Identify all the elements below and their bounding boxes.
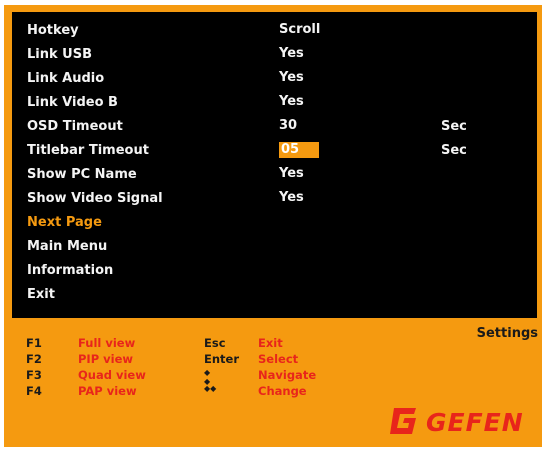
panel-title: Settings bbox=[476, 326, 538, 341]
setting-value[interactable]: 30 bbox=[279, 118, 317, 134]
action-label: Navigate bbox=[258, 368, 317, 382]
action-label: Quad view bbox=[78, 368, 146, 382]
setting-osd-timeout[interactable]: OSD Timeout 30 Sec bbox=[27, 116, 532, 138]
menu-item-label: Next Page bbox=[27, 215, 102, 230]
setting-value[interactable]: Yes bbox=[279, 190, 317, 206]
setting-show-pc-name[interactable]: Show PC Name Yes bbox=[27, 164, 532, 186]
setting-titlebar-timeout[interactable]: Titlebar Timeout 05 Sec bbox=[27, 140, 532, 162]
settings-panel: Hotkey Scroll Link USB Yes Link Audio Ye… bbox=[12, 12, 537, 318]
setting-show-video-signal[interactable]: Show Video Signal Yes bbox=[27, 188, 532, 210]
menu-exit[interactable]: Exit bbox=[27, 284, 532, 306]
key-label: F1 bbox=[26, 336, 42, 350]
key-label: Enter bbox=[204, 352, 240, 366]
setting-label: OSD Timeout bbox=[27, 119, 123, 134]
setting-link-video-b[interactable]: Link Video B Yes bbox=[27, 92, 532, 114]
gefen-logo: GEFEN bbox=[388, 403, 538, 443]
action-label: Full view bbox=[78, 336, 136, 350]
action-label: Change bbox=[258, 384, 307, 398]
brand-name: GEFEN bbox=[426, 408, 524, 437]
key-label: Esc bbox=[204, 336, 226, 350]
key-label: F4 bbox=[26, 384, 42, 398]
setting-label: Link Audio bbox=[27, 71, 105, 86]
action-label: PAP view bbox=[78, 384, 137, 398]
action-label: PIP view bbox=[78, 352, 134, 366]
setting-hotkey[interactable]: Hotkey Scroll bbox=[27, 20, 532, 42]
menu-next-page[interactable]: Next Page bbox=[27, 212, 532, 234]
menu-item-label: Main Menu bbox=[27, 239, 108, 254]
menu-main-menu[interactable]: Main Menu bbox=[27, 236, 532, 258]
setting-link-audio[interactable]: Link Audio Yes bbox=[27, 68, 532, 90]
setting-link-usb[interactable]: Link USB Yes bbox=[27, 44, 532, 66]
menu-item-label: Exit bbox=[27, 287, 55, 302]
setting-unit: Sec bbox=[441, 119, 467, 134]
action-label: Exit bbox=[258, 336, 283, 350]
setting-value[interactable]: Scroll bbox=[279, 22, 320, 38]
change-arrows-icon: ◆◆ bbox=[204, 384, 217, 393]
setting-value[interactable]: Yes bbox=[279, 94, 317, 110]
setting-unit: Sec bbox=[441, 143, 467, 158]
setting-label: Hotkey bbox=[27, 23, 79, 38]
setting-value[interactable]: Yes bbox=[279, 46, 317, 62]
setting-label: Link Video B bbox=[27, 95, 118, 110]
setting-value[interactable]: Yes bbox=[279, 166, 317, 182]
key-label: F3 bbox=[26, 368, 42, 382]
action-label: Select bbox=[258, 352, 299, 366]
menu-information[interactable]: Information bbox=[27, 260, 532, 282]
setting-label: Show Video Signal bbox=[27, 191, 163, 206]
menu-item-label: Information bbox=[27, 263, 114, 278]
gefen-mark-icon bbox=[390, 408, 416, 434]
setting-label: Titlebar Timeout bbox=[27, 143, 149, 158]
setting-value-selected[interactable]: 05 bbox=[279, 142, 319, 158]
setting-value[interactable]: Yes bbox=[279, 70, 317, 86]
setting-label: Link USB bbox=[27, 47, 92, 62]
key-label: F2 bbox=[26, 352, 42, 366]
setting-label: Show PC Name bbox=[27, 167, 137, 182]
